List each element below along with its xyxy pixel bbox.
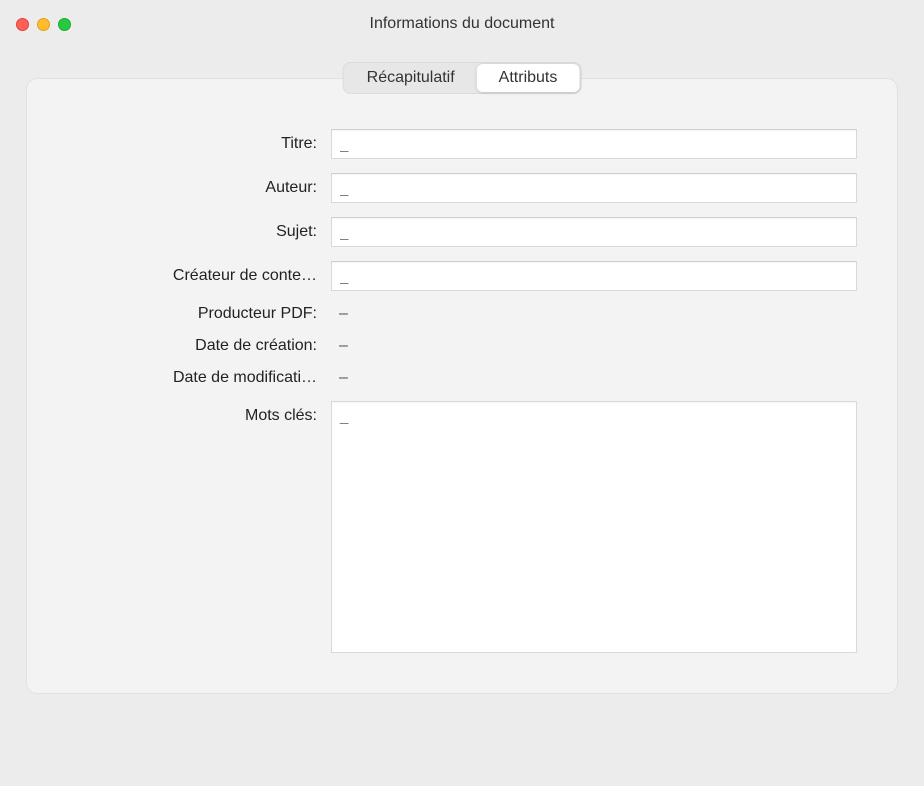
producer-value: –	[331, 305, 857, 323]
author-label: Auteur:	[67, 179, 317, 197]
traffic-lights	[16, 18, 71, 31]
keywords-input[interactable]	[331, 401, 857, 653]
modified-label: Date de modificati…	[67, 369, 317, 387]
tab-summary[interactable]: Récapitulatif	[345, 64, 477, 92]
subject-input[interactable]	[331, 217, 857, 247]
attributes-panel: Récapitulatif Attributs Titre: Auteur: S…	[26, 78, 898, 694]
author-input[interactable]	[331, 173, 857, 203]
close-icon[interactable]	[16, 18, 29, 31]
title-input[interactable]	[331, 129, 857, 159]
maximize-icon[interactable]	[58, 18, 71, 31]
modified-value: –	[331, 369, 857, 387]
created-label: Date de création:	[67, 337, 317, 355]
tab-attributes[interactable]: Attributs	[477, 64, 580, 92]
attributes-form: Titre: Auteur: Sujet: Créateur de conte……	[67, 129, 857, 653]
titlebar: Informations du document	[0, 0, 924, 48]
tab-switcher: Récapitulatif Attributs	[343, 62, 582, 94]
minimize-icon[interactable]	[37, 18, 50, 31]
creator-label: Créateur de conte…	[67, 267, 317, 285]
subject-label: Sujet:	[67, 223, 317, 241]
window-title: Informations du document	[370, 15, 555, 33]
title-label: Titre:	[67, 135, 317, 153]
keywords-label: Mots clés:	[67, 401, 317, 425]
creator-input[interactable]	[331, 261, 857, 291]
producer-label: Producteur PDF:	[67, 305, 317, 323]
created-value: –	[331, 337, 857, 355]
